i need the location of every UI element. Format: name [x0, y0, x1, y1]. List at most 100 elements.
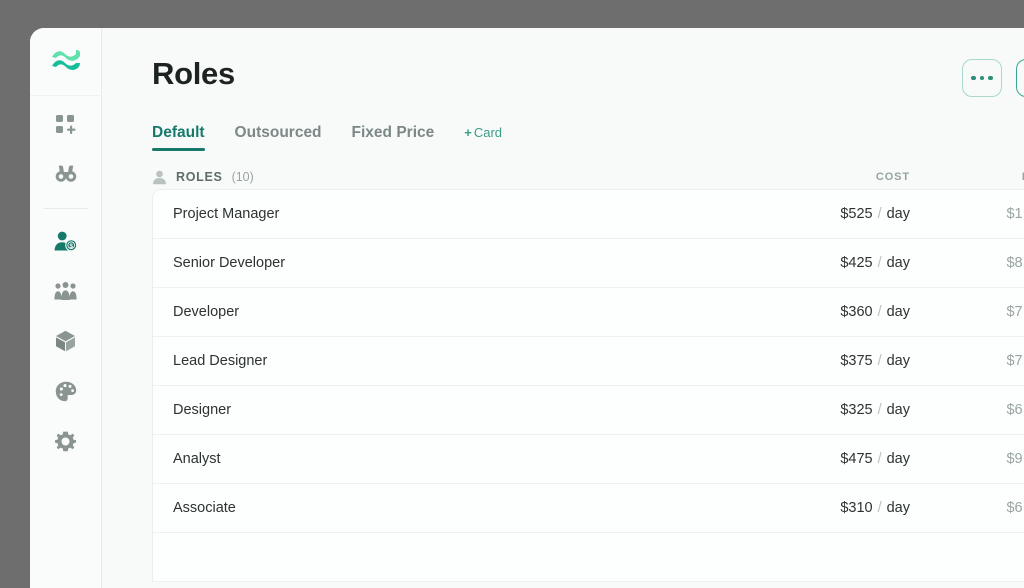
more-options-button[interactable]	[962, 59, 1002, 97]
app-logo[interactable]	[30, 28, 102, 96]
roles-group-header: ROLES (10)	[152, 170, 780, 185]
add-card-button[interactable]: + Card	[464, 125, 502, 149]
table-row[interactable]: Developer$360/day$7/day	[153, 288, 1024, 337]
cell-cost[interactable]: $360/day	[780, 304, 930, 320]
cell-role-name: Senior Developer	[173, 255, 286, 271]
waves-logo-icon	[51, 49, 80, 70]
sidebar-item-design[interactable]	[44, 369, 88, 413]
roles-table-card: Project Manager$525/day$1/daySenior Deve…	[152, 189, 1024, 582]
roles-group-count: (10)	[231, 170, 254, 184]
cost-amount: $525	[840, 206, 873, 222]
cell-role-name: Analyst	[173, 451, 221, 467]
roles-group-label: ROLES	[176, 170, 223, 184]
cube-box-icon	[56, 330, 75, 352]
cost-unit: day	[886, 206, 910, 222]
person-dollar-icon: $	[54, 231, 77, 251]
sidebar: $	[30, 28, 102, 588]
cell-role-name: Designer	[173, 402, 232, 418]
cell-cost[interactable]: $375/day	[780, 353, 930, 369]
cell-price[interactable]: $9/day	[930, 451, 1024, 467]
cell-cost[interactable]: $475/day	[780, 451, 930, 467]
sidebar-item-discover[interactable]	[44, 152, 88, 196]
sidebar-item-rates[interactable]: $	[44, 219, 88, 263]
cell-cost[interactable]: $325/day	[780, 402, 930, 418]
rate-separator: /	[877, 304, 882, 320]
cell-role-name: Developer	[173, 304, 240, 320]
cell-role-name: Associate	[173, 500, 236, 516]
ellipsis-icon	[979, 75, 985, 81]
tab-bar: Default Outsourced Fixed Price + Card	[152, 106, 1024, 151]
cell-role-name: Project Manager	[173, 206, 280, 222]
sidebar-divider	[43, 208, 88, 209]
cost-unit: day	[886, 304, 910, 320]
secondary-action-button[interactable]	[1016, 59, 1024, 97]
price-amount: $6	[1006, 500, 1023, 516]
cell-price[interactable]: $8/day	[930, 255, 1024, 271]
table-row[interactable]: Designer $325/day$6/day	[153, 386, 1024, 435]
table-header: ROLES (10) COST PRICE	[152, 151, 1024, 189]
rate-separator: /	[877, 353, 882, 369]
rate-separator: /	[877, 500, 882, 516]
page-title: Roles	[152, 56, 235, 91]
price-amount: $7	[1006, 353, 1023, 369]
cell-price[interactable]: $1/day	[930, 206, 1024, 222]
table-row[interactable]: Lead Designer $375/day$7/day	[153, 337, 1024, 386]
cost-amount: $360	[840, 304, 873, 320]
cell-cost[interactable]: $425/day	[780, 255, 930, 271]
cell-price[interactable]: $6/day	[930, 500, 1024, 516]
cell-price[interactable]: $6/day	[930, 402, 1024, 418]
cost-unit: day	[886, 500, 910, 516]
table-row[interactable]: Senior Developer$425/day$8/day	[153, 239, 1024, 288]
svg-text:$: $	[69, 243, 73, 250]
table-row[interactable]	[153, 533, 1024, 582]
rate-separator: /	[877, 206, 882, 222]
cost-amount: $475	[840, 451, 873, 467]
rate-separator: /	[877, 451, 882, 467]
cell-role-name: Lead Designer	[173, 353, 268, 369]
cost-amount: $375	[840, 353, 873, 369]
roles-table-body: Project Manager$525/day$1/daySenior Deve…	[153, 190, 1024, 582]
cost-amount: $310	[840, 500, 873, 516]
cost-amount: $425	[840, 255, 873, 271]
people-group-icon	[54, 281, 77, 300]
binoculars-icon	[55, 165, 76, 182]
cell-price[interactable]: $7/day	[930, 304, 1024, 320]
tab-default[interactable]: Default	[152, 124, 205, 151]
column-header-cost[interactable]: COST	[780, 171, 930, 183]
table-row[interactable]: Associate$310/day$6/day	[153, 484, 1024, 533]
palette-icon	[55, 381, 76, 401]
sidebar-item-team[interactable]	[44, 269, 88, 313]
cost-amount: $325	[840, 402, 873, 418]
price-amount: $9	[1006, 451, 1023, 467]
ellipsis-icon	[971, 75, 976, 81]
gear-icon	[55, 431, 76, 451]
table-row[interactable]: Analyst$475/day$9/day	[153, 435, 1024, 484]
page-header: Roles	[152, 28, 1024, 106]
sidebar-item-apps[interactable]	[44, 102, 88, 146]
sidebar-item-products[interactable]	[44, 319, 88, 363]
cell-price[interactable]: $7/day	[930, 353, 1024, 369]
price-amount: $1	[1006, 206, 1023, 222]
person-icon	[153, 170, 166, 184]
add-card-label: Card	[473, 125, 503, 140]
price-amount: $7	[1006, 304, 1023, 320]
price-amount: $6	[1006, 402, 1023, 418]
sidebar-item-settings[interactable]	[44, 419, 88, 463]
tab-fixed-price[interactable]: Fixed Price	[352, 124, 435, 151]
main-content: Roles Default Outsourced Fixed Price + Ca…	[102, 28, 1024, 588]
cost-unit: day	[886, 451, 910, 467]
rate-separator: /	[877, 255, 882, 271]
table-row[interactable]: Project Manager$525/day$1/day	[153, 190, 1024, 239]
plus-icon: +	[464, 125, 472, 140]
tab-outsourced[interactable]: Outsourced	[235, 124, 322, 151]
apps-grid-add-icon	[56, 114, 76, 134]
cell-cost[interactable]: $525/day	[780, 206, 930, 222]
price-amount: $8	[1006, 255, 1023, 271]
cell-cost[interactable]: $310/day	[780, 500, 930, 516]
app-window: $ Roles Default Outsourced Fixed Price +…	[30, 28, 1024, 588]
ellipsis-icon	[988, 75, 993, 81]
rate-separator: /	[877, 402, 882, 418]
column-header-price[interactable]: PRICE	[930, 171, 1024, 183]
cost-unit: day	[886, 255, 910, 271]
header-actions	[962, 59, 1024, 97]
